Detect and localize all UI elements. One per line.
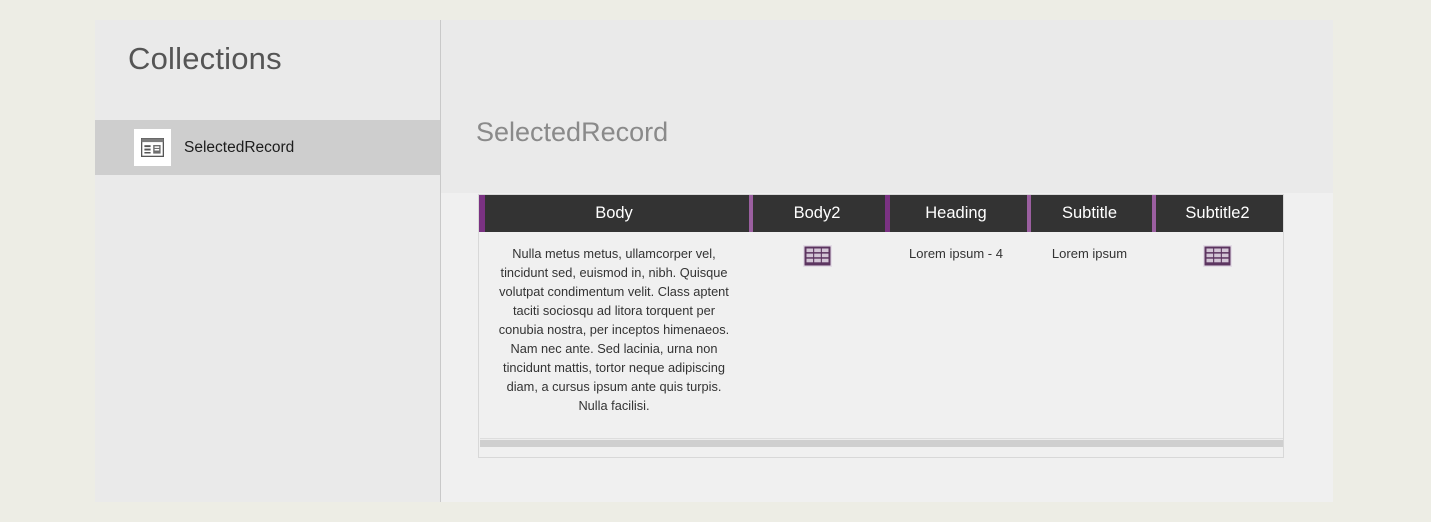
cell-subtitle2 xyxy=(1152,232,1283,446)
table-row[interactable]: Nulla metus metus, ullamcorper vel, tinc… xyxy=(479,232,1283,446)
table-grid-icon xyxy=(1203,245,1232,273)
table-header-body[interactable]: Body xyxy=(479,195,749,232)
table-header-subtitle2[interactable]: Subtitle2 xyxy=(1152,195,1283,232)
table-grid-icon xyxy=(802,245,832,273)
table-header-subtitle[interactable]: Subtitle xyxy=(1027,195,1152,232)
table-header-row: Body Body2 Heading Subtitle Subtitle2 xyxy=(479,195,1283,232)
scrollbar-thumb[interactable] xyxy=(480,440,1283,447)
cell-body: Nulla metus metus, ullamcorper vel, tinc… xyxy=(498,246,730,413)
cell-heading: Lorem ipsum - 4 xyxy=(909,246,1003,261)
table-horizontal-scrollbar[interactable] xyxy=(480,438,1283,447)
table-header-heading[interactable]: Heading xyxy=(885,195,1027,232)
app-root: Collections SelectedRecord SelectedRecor… xyxy=(0,0,1431,522)
table-header-body2[interactable]: Body2 xyxy=(749,195,885,232)
sidebar-item-selectedrecord[interactable]: SelectedRecord xyxy=(95,120,440,175)
cell-subtitle: Lorem ipsum xyxy=(1051,246,1128,261)
collection-record-icon xyxy=(134,129,171,166)
collection-data-table: Body Body2 Heading Subtitle Subtitle2 Nu… xyxy=(478,194,1284,458)
sidebar-item-label: SelectedRecord xyxy=(184,139,295,156)
cell-body2 xyxy=(749,232,885,446)
collections-title: Collections xyxy=(128,41,282,76)
sidebar-divider xyxy=(440,20,441,502)
page-title: SelectedRecord xyxy=(476,117,669,147)
collections-sidebar xyxy=(95,20,440,502)
